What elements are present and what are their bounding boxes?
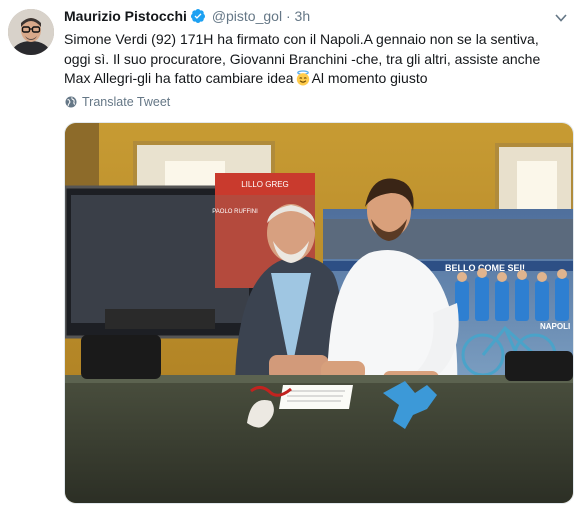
avatar[interactable] (8, 9, 54, 55)
translate-tweet-link[interactable]: Translate Tweet (65, 95, 170, 109)
tweet-media-photo[interactable]: LILLO GREG PAOLO RUFFINI BELLO COME SEI! (64, 122, 574, 504)
author-handle[interactable]: @pisto_gol (212, 8, 282, 24)
translate-label: Translate Tweet (82, 95, 171, 109)
verified-badge-icon (190, 8, 206, 27)
author-name[interactable]: Maurizio Pistocchi (64, 8, 187, 24)
tweet-header: Maurizio Pistocchi @pisto_gol · 3h (64, 8, 310, 26)
tweet-text: Simone Verdi (92) 171H ha firmato con il… (64, 30, 564, 89)
avatar-photo (8, 9, 54, 55)
jersey-text: NAPOLI (540, 322, 570, 331)
tweet-timestamp[interactable]: 3h (295, 8, 311, 24)
poster-names: PAOLO RUFFINI (212, 209, 258, 215)
smiling-face-with-halo-emoji (295, 70, 311, 86)
tweet-text-part2: Al momento giusto (311, 70, 428, 86)
tweet-menu-chevron-icon[interactable] (555, 10, 567, 22)
tweet-card[interactable]: Maurizio Pistocchi @pisto_gol · 3h Simon… (0, 0, 579, 512)
poster-title: LILLO GREG (241, 180, 289, 189)
globe-icon (65, 96, 77, 108)
signing-photo: LILLO GREG PAOLO RUFFINI BELLO COME SEI! (65, 123, 573, 503)
separator-dot: · (285, 8, 291, 24)
